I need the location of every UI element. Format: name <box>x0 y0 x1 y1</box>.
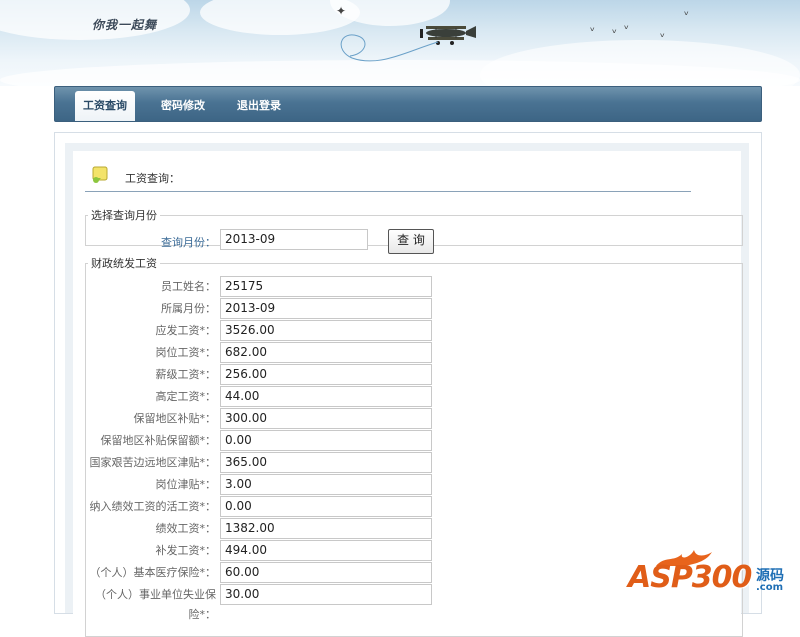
salary-row-label: 纳入绩效工资的活工资*： <box>89 500 217 513</box>
watermark-domain: .com <box>756 582 784 593</box>
query-month-input[interactable]: 2013-09 <box>220 229 368 250</box>
salary-row-label: 岗位工资*： <box>155 346 217 359</box>
bird-icon: ✦ <box>336 4 347 18</box>
salary-row-label: 国家艰苦边远地区津贴*： <box>89 456 217 469</box>
salary-row-label: 岗位津贴*： <box>155 478 217 491</box>
salary-row-value[interactable]: 30.00 <box>220 584 432 605</box>
tab-salary-query[interactable]: 工资查询 <box>75 91 135 121</box>
header-banner: 你我一起舞 ✦ ᵛ ᵛ ᵛ ᵛ ᵛ <box>0 0 800 86</box>
salary-row-value[interactable]: 2013-09 <box>220 298 432 319</box>
bird-icon: ᵛ <box>624 22 630 36</box>
salary-row-value[interactable]: 0.00 <box>220 430 432 451</box>
salary-row-label: 所属月份： <box>161 302 216 315</box>
salary-row-value[interactable]: 300.00 <box>220 408 432 429</box>
month-query-legend: 选择查询月份 <box>91 209 157 222</box>
tab-change-password[interactable]: 密码修改 <box>153 91 213 121</box>
query-month-label: 查询月份： <box>161 236 216 249</box>
salary-row-value[interactable]: 44.00 <box>220 386 432 407</box>
salary-row-value[interactable]: 682.00 <box>220 342 432 363</box>
salary-row-label: （个人）事业单位失业保险*： <box>95 588 216 621</box>
bird-icon: ᵛ <box>612 26 618 40</box>
salary-row-value[interactable]: 365.00 <box>220 452 432 473</box>
content-frame: 工资查询： 选择查询月份 查询月份： 2013-09 查 询 财政统发工资 员工… <box>54 132 762 637</box>
section-title: 工资查询： <box>125 172 180 185</box>
watermark-brand: ASP300 <box>628 560 752 595</box>
tab-logout[interactable]: 退出登录 <box>229 91 289 121</box>
salary-row-value[interactable]: 0.00 <box>220 496 432 517</box>
salary-row-label: 高定工资*： <box>155 390 217 403</box>
salary-row-label: 补发工资*： <box>155 544 217 557</box>
bird-icon: ᵛ <box>684 8 690 22</box>
query-button[interactable]: 查 询 <box>388 229 434 254</box>
salary-row-value[interactable]: 1382.00 <box>220 518 432 539</box>
content-background: 工资查询： 选择查询月份 查询月份： 2013-09 查 询 财政统发工资 员工… <box>65 143 749 637</box>
salary-row-label: 应发工资*： <box>155 324 217 337</box>
main-nav: 工资查询 密码修改 退出登录 <box>54 86 762 122</box>
salary-row-label: 员工姓名： <box>161 280 216 293</box>
section-header: 工资查询： <box>85 163 691 192</box>
salary-row-label: （个人）基本医疗保险*： <box>89 566 217 579</box>
salary-row-value[interactable]: 25175 <box>220 276 432 297</box>
salary-row-value[interactable]: 3526.00 <box>220 320 432 341</box>
salary-details-legend: 财政统发工资 <box>91 257 157 270</box>
flight-trail-icon <box>340 34 439 62</box>
salary-row-value[interactable]: 256.00 <box>220 364 432 385</box>
salary-row-label: 保留地区补贴*： <box>133 412 217 425</box>
salary-row-label: 薪级工资*： <box>155 368 217 381</box>
bird-icon: ᵛ <box>590 24 596 38</box>
note-icon <box>92 166 108 183</box>
bird-icon: ᵛ <box>660 30 666 44</box>
salary-row-value[interactable]: 3.00 <box>220 474 432 495</box>
salary-row-label: 绩效工资*： <box>155 522 217 535</box>
site-logo: 你我一起舞 <box>92 18 158 32</box>
salary-row-label: 保留地区补贴保留额*： <box>100 434 217 447</box>
salary-row-value[interactable]: 494.00 <box>220 540 432 561</box>
salary-row-value[interactable]: 60.00 <box>220 562 432 583</box>
asp300-watermark: ASP300 源码 .com <box>628 548 800 600</box>
month-query-group: 选择查询月份 查询月份： 2013-09 查 询 <box>85 207 743 254</box>
